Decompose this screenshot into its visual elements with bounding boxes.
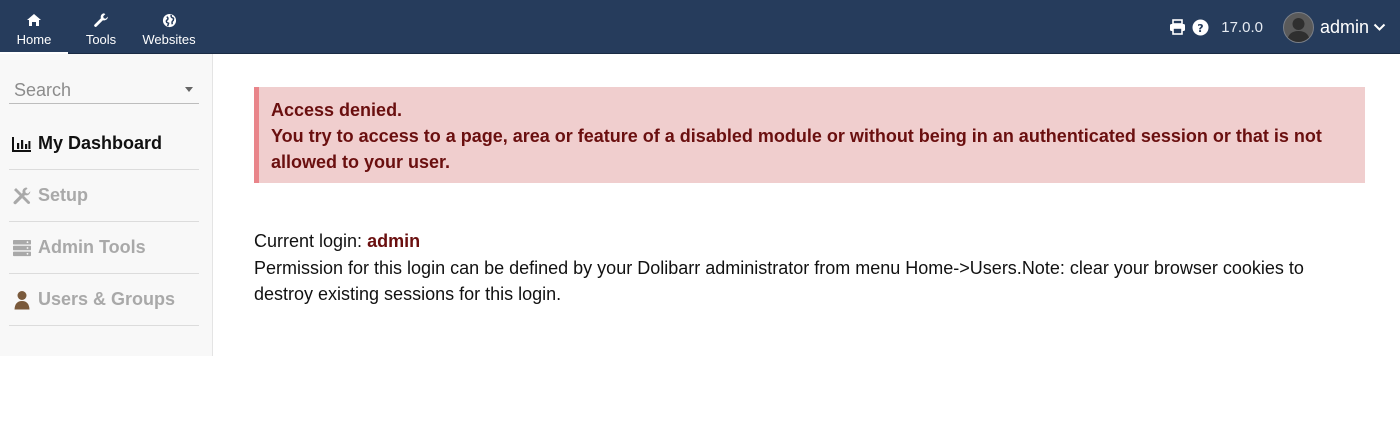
username-label[interactable]: admin <box>1320 17 1369 38</box>
sidebar-item-setup[interactable]: Setup <box>9 170 199 222</box>
topnav-websites[interactable]: Websites <box>134 0 204 54</box>
sidebar-item-label: Users & Groups <box>38 289 176 309</box>
top-right-toolbar: ? 17.0.0 admin <box>1169 0 1392 54</box>
tools-icon <box>11 185 33 207</box>
chevron-down-icon[interactable] <box>1373 23 1386 32</box>
top-nav: Home Tools Websites <box>0 0 204 54</box>
chart-icon <box>11 133 33 155</box>
current-login-value: admin <box>367 231 421 251</box>
home-icon <box>26 11 42 29</box>
server-icon <box>11 237 33 259</box>
topnav-tools[interactable]: Tools <box>68 0 134 54</box>
access-denied-alert: Access denied. You try to access to a pa… <box>254 87 1365 183</box>
sidebar-item-label: Setup <box>38 185 89 205</box>
permission-text: Permission for this login can be defined… <box>254 257 1304 305</box>
sidebar-item-label: Admin Tools <box>38 237 146 257</box>
print-icon[interactable] <box>1169 19 1186 35</box>
current-login-label: Current login: <box>254 231 368 251</box>
topnav-home-label: Home <box>16 32 52 47</box>
sidebar-item-users-groups[interactable]: Users & Groups <box>9 274 199 326</box>
globe-icon <box>162 11 177 29</box>
svg-text:?: ? <box>1198 22 1204 35</box>
wrench-icon <box>93 11 109 29</box>
sidebar-item-admin-tools[interactable]: Admin Tools <box>9 222 199 274</box>
help-icon[interactable]: ? <box>1192 19 1209 36</box>
user-icon <box>11 289 33 311</box>
avatar[interactable] <box>1282 11 1314 43</box>
sidebar-item-my-dashboard[interactable]: My Dashboard <box>9 118 199 170</box>
sidebar-item-label: My Dashboard <box>38 133 163 153</box>
topnav-home[interactable]: Home <box>0 0 68 54</box>
topnav-websites-label: Websites <box>142 32 196 47</box>
search-dropdown-caret-icon[interactable] <box>185 87 193 92</box>
left-sidebar: My Dashboard Setup Admin Tools Users & G… <box>0 54 213 356</box>
current-login-line: Current login: admin <box>254 228 1364 255</box>
top-navbar: Home Tools Websites ? 17.0.0 admin <box>0 0 1400 54</box>
alert-title: Access denied. <box>271 100 403 120</box>
search-input[interactable] <box>9 78 179 102</box>
login-info: Current login: admin Permission for this… <box>254 228 1364 308</box>
search-box[interactable] <box>9 78 199 104</box>
alert-message: You try to access to a page, area or fea… <box>271 126 1322 172</box>
version-label: 17.0.0 <box>1221 18 1263 36</box>
topnav-tools-label: Tools <box>85 32 117 47</box>
